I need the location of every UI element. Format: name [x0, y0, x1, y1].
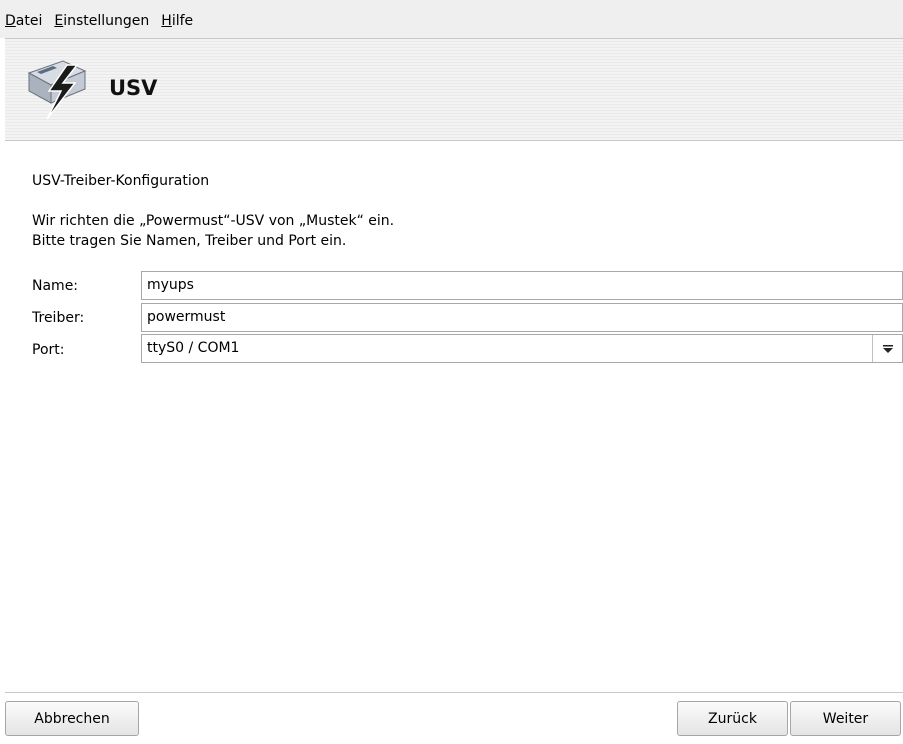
port-select-value: ttyS0 / COM1	[147, 340, 240, 356]
menu-einstellungen-mnemonic: E	[54, 13, 64, 29]
menu-datei-mnemonic: D	[5, 13, 16, 29]
cancel-button[interactable]: Abbrechen	[5, 701, 139, 736]
section-title: USV-Treiber-Konfiguration	[32, 173, 210, 189]
menu-datei[interactable]: Datei	[5, 12, 42, 30]
menu-hilfe[interactable]: Hilfe	[161, 12, 193, 30]
port-label: Port:	[32, 342, 65, 358]
ups-power-icon	[23, 53, 91, 123]
driver-field[interactable]: powermust	[141, 303, 903, 332]
description-line-2: Bitte tragen Sie Namen, Treiber und Port…	[32, 233, 347, 249]
next-button[interactable]: Weiter	[790, 701, 901, 736]
menu-datei-label: atei	[15, 13, 43, 29]
footer-divider	[5, 692, 903, 693]
name-label: Name:	[32, 278, 79, 294]
dropdown-arrow-icon[interactable]	[872, 335, 902, 362]
header-banner: USV	[5, 39, 903, 141]
menu-hilfe-label: ilfe	[171, 13, 194, 29]
description: Wir richten die „Powermust“-USV von „Mus…	[32, 211, 394, 251]
menu-bar: Datei Einstellungen Hilfe	[0, 0, 903, 38]
name-field[interactable]: myups	[141, 271, 903, 300]
menu-einstellungen-label: instellungen	[63, 13, 150, 29]
page-title: USV	[109, 76, 158, 100]
menu-hilfe-mnemonic: H	[161, 13, 172, 29]
back-button[interactable]: Zurück	[677, 701, 788, 736]
port-select[interactable]: ttyS0 / COM1	[141, 334, 903, 363]
menu-einstellungen[interactable]: Einstellungen	[54, 12, 149, 30]
description-line-1: Wir richten die „Powermust“-USV von „Mus…	[32, 213, 395, 229]
driver-label: Treiber:	[32, 310, 85, 326]
